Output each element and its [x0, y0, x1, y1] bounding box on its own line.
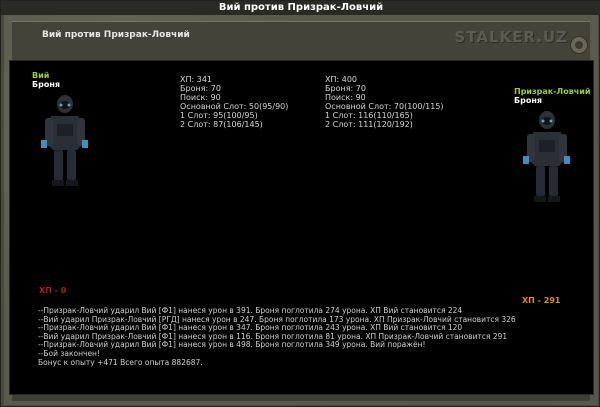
log-line: --Призрак-Ловчий ударил Вий [Ф1] нанеся …: [38, 340, 426, 350]
left-stat-search: Поиск: 90: [180, 93, 221, 102]
title-bar: Вий против Призрак-Ловчий: [1, 1, 600, 15]
bottom-bar: [12, 395, 590, 401]
header-bar: Вий против Призрак-Ловчий STALKER.UZ: [12, 21, 590, 60]
left-stat-armor: Броня: 70: [180, 84, 221, 93]
site-logo: STALKER.UZ: [454, 28, 568, 46]
left-hp-result: ХП - 0: [39, 286, 67, 295]
left-fighter-name: Вий: [32, 71, 50, 80]
right-stat-slot2: 2 Слот: 111(120/192): [325, 120, 413, 129]
battle-panel: Вий Броня ХП: 341 Броня: 70 Поиск: 90 Ос…: [9, 60, 594, 395]
right-stat-slot1: 1 Слот: 116(110/165): [325, 111, 413, 120]
left-stat-slot2: 2 Слот: 87(106/145): [180, 120, 263, 129]
window-body: Вий против Призрак-Ловчий STALKER.UZ Вий…: [4, 15, 598, 405]
right-stats: ХП: 400 Броня: 70 Поиск: 90 Основной Сло…: [325, 75, 444, 129]
left-stat-main-slot: Основной Слот: 50(95/90): [180, 102, 289, 111]
log-line: Бонус к опыту +471 Всего опыта 882687.: [38, 357, 203, 367]
right-soldier-icon: [523, 111, 570, 202]
right-stat-hp: ХП: 400: [325, 75, 358, 84]
left-stat-slot1: 1 Слот: 95(100/95): [180, 111, 258, 120]
right-stat-main-slot: Основной Слот: 70(100/115): [325, 102, 444, 111]
left-stat-hp: ХП: 341: [180, 75, 213, 84]
right-stat-armor: Броня: 70: [325, 84, 366, 93]
left-fighter-armor: Броня: [32, 80, 60, 89]
right-stat-search: Поиск: 90: [325, 93, 366, 102]
close-icon[interactable]: [570, 36, 588, 54]
window-title: Вий против Призрак-Ловчий: [218, 2, 384, 13]
left-soldier-icon: [41, 95, 88, 186]
battle-window: Вий против Призрак-Ловчий Вий против При…: [0, 0, 600, 407]
left-stats: ХП: 341 Броня: 70 Поиск: 90 Основной Сло…: [180, 75, 288, 129]
right-fighter-armor: Броня: [514, 96, 542, 105]
battle-log: --Призрак-Ловчий ударил Вий [Ф1] нанеся …: [38, 306, 598, 367]
battle-title: Вий против Призрак-Ловчий: [42, 30, 190, 40]
right-hp-result: ХП - 291: [522, 296, 561, 305]
right-fighter-name: Призрак-Ловчий: [514, 87, 591, 96]
